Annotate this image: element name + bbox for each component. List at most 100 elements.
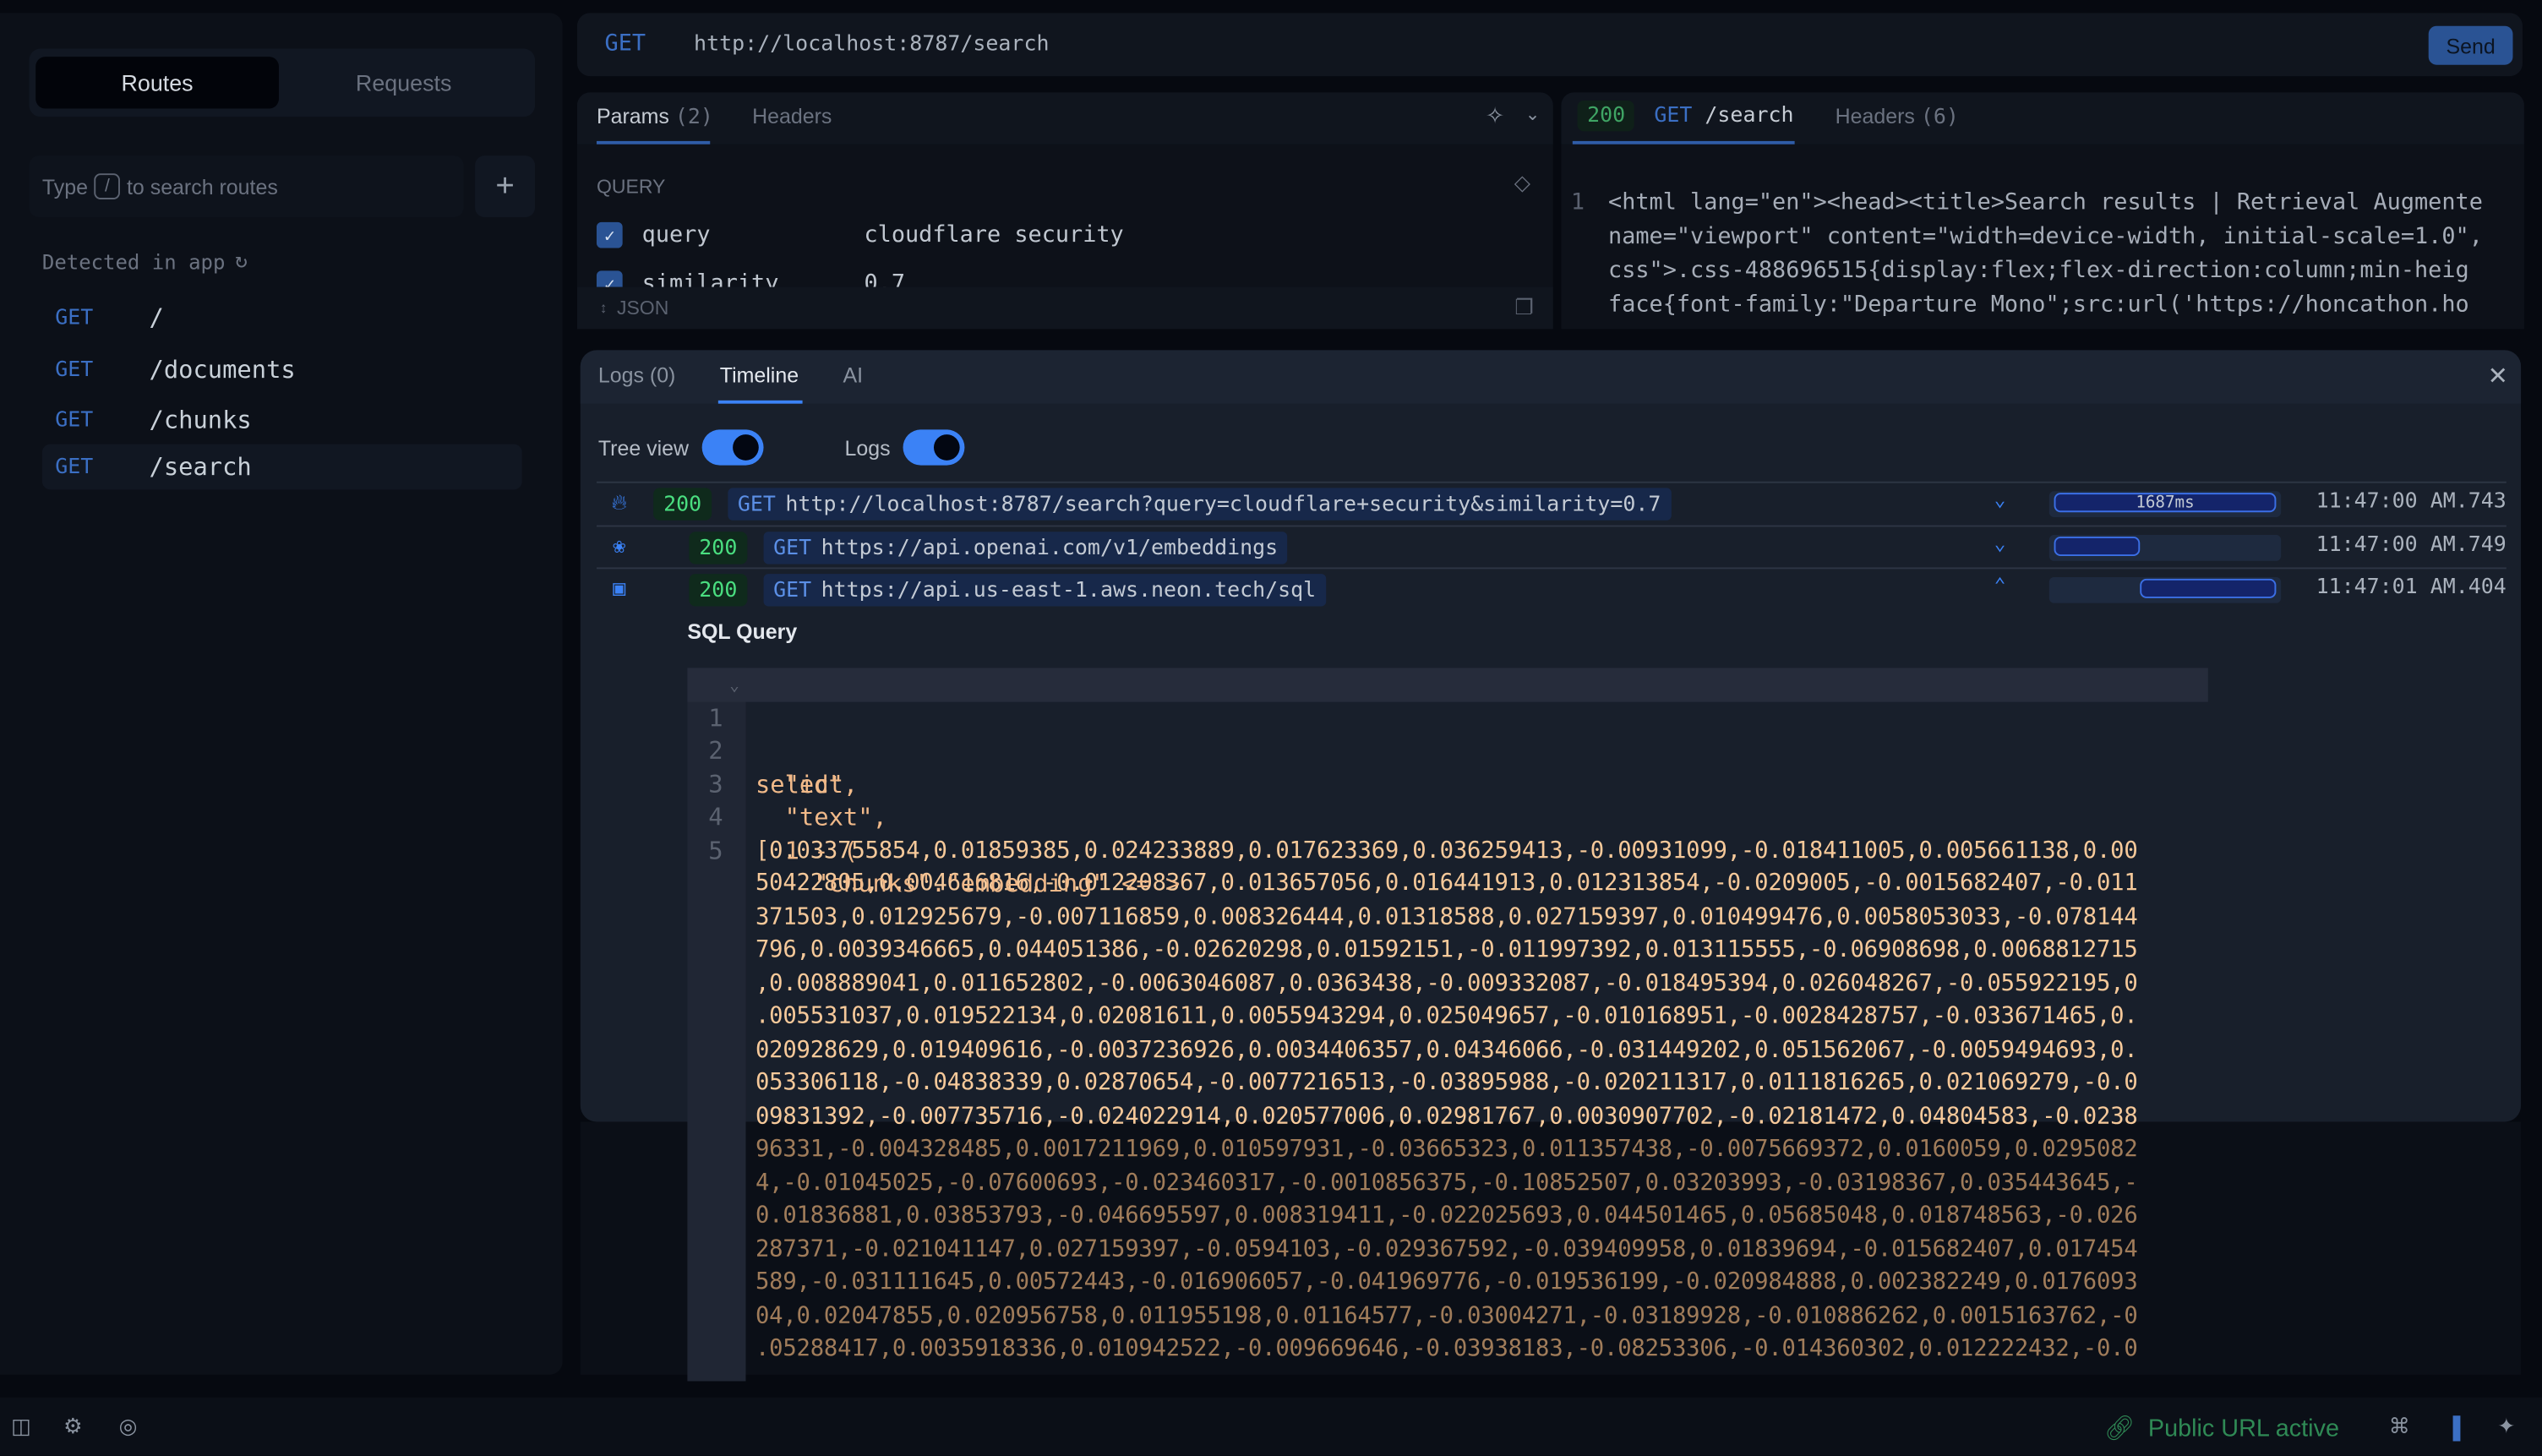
tab-logs[interactable]: Logs (0): [598, 363, 676, 388]
embedding-line: 287371,-0.021041147,0.027159397,-0.05941…: [755, 1235, 2138, 1262]
param-key[interactable]: query: [642, 222, 865, 248]
route-method: GET: [55, 407, 94, 433]
refresh-icon[interactable]: ↻: [235, 249, 248, 274]
chevron-down-icon[interactable]: ⌄: [1994, 532, 2006, 554]
tab-headers[interactable]: Headers: [752, 104, 832, 128]
embedding-line: 020928629,0.019409616,-0.0037236926,0.00…: [755, 1036, 2138, 1063]
eraser-icon[interactable]: ◇: [1514, 170, 1530, 196]
query-section-label: QUERY: [596, 175, 666, 199]
request-label: GET https://api.openai.com/v1/embeddings: [763, 532, 1288, 564]
terminal-icon[interactable]: ⌘: [2387, 1414, 2413, 1440]
route-method: GET: [55, 305, 94, 330]
body-type-bar: ↕ JSON ❐: [576, 286, 1553, 330]
sparkle-ai-icon[interactable]: ✦: [2493, 1414, 2519, 1440]
request-url: https://api.us-east-1.aws.neon.tech/sql: [821, 577, 1317, 603]
tab-response-headers[interactable]: Headers (6): [1836, 104, 1959, 130]
active-tab-indicator: [717, 400, 803, 404]
magic-wand-icon[interactable]: ✧: [1486, 102, 1505, 130]
tab-count: (2): [674, 105, 713, 130]
param-value[interactable]: cloudflare security: [864, 222, 1123, 248]
toggle-label: Logs: [844, 435, 891, 460]
embedding-line: 4,-0.01045025,-0.07600693,-0.023460317,-…: [755, 1170, 2138, 1196]
tab-routes[interactable]: Routes: [35, 57, 279, 109]
tree-view-toggle[interactable]: [701, 429, 764, 466]
copy-icon[interactable]: ❐: [1514, 295, 1533, 321]
embedding-line: 589,-0.031111645,0.00572443,-0.016906057…: [755, 1269, 2138, 1295]
send-button[interactable]: Send: [2428, 25, 2513, 65]
timeline-tabs: Logs (0) Timeline AI ✕: [580, 350, 2522, 404]
logs-toggle-row: Logs: [844, 429, 965, 466]
status-badge: 200: [689, 574, 748, 607]
code-line: 1 ⌄ select: [687, 668, 2208, 799]
response-line: css">.css-488696515{display:flex;flex-di…: [1608, 258, 2469, 284]
chevron-down-icon[interactable]: ⌄: [1994, 488, 2006, 510]
request-tabs: Params (2) Headers ✧ ⌄: [576, 92, 1553, 145]
route-item[interactable]: GET /chunks: [42, 397, 522, 443]
tab-ai[interactable]: AI: [843, 363, 864, 388]
url-bar: GET http://localhost:8787/search Send: [576, 13, 2523, 77]
chevron-up-icon[interactable]: ⌃: [1994, 574, 2006, 597]
public-url-status[interactable]: 🔗︎ Public URL active: [2104, 1414, 2339, 1443]
embedding-vector-text: [0.033755854,0.01859385,0.024233889,0.01…: [687, 834, 2207, 1366]
active-tab-indicator: [1572, 140, 1795, 145]
body-type-select[interactable]: JSON: [617, 297, 668, 319]
line-number: 1: [1570, 189, 1585, 216]
route-item[interactable]: GET /: [42, 295, 522, 341]
code-line: 4 1 - (: [687, 767, 2207, 865]
route-method: GET: [55, 357, 94, 382]
openai-icon: ❀: [613, 535, 626, 559]
url-input[interactable]: http://localhost:8787/search: [694, 32, 1049, 57]
timeline-row[interactable]: 🔥︎ 200 GET http://localhost:8787/search?…: [596, 481, 2507, 526]
flame-icon: 🔥︎: [611, 491, 627, 516]
method-select[interactable]: GET: [605, 30, 646, 57]
sidebar-toggle-icon[interactable]: ◫: [8, 1414, 35, 1440]
chevron-down-icon[interactable]: ⌄: [1525, 104, 1541, 125]
search-prefix: Type: [41, 174, 88, 199]
embedding-line: 0.01836881,0.03853793,-0.046695597,0.008…: [755, 1202, 2138, 1230]
status-badge: 200: [689, 532, 748, 564]
user-circle-icon[interactable]: ◎: [115, 1414, 141, 1440]
response-body-viewer[interactable]: 1 <html lang="en"><head><title>Search re…: [1570, 187, 2483, 330]
sidebar: Routes Requests Type / to search routes …: [0, 13, 563, 1375]
detected-label: Detected in app: [41, 249, 226, 275]
expand-collapse-icon[interactable]: ↕: [600, 300, 608, 316]
embedding-line: .005531037,0.019522134,0.02081611,0.0055…: [755, 1003, 2138, 1030]
toggle-label: Tree view: [597, 435, 690, 460]
close-icon[interactable]: ✕: [2488, 362, 2508, 391]
sql-code-viewer[interactable]: 1 ⌄ select 2 "id", 3 "text", 4 1 - ( 5 "…: [687, 668, 2208, 1382]
tab-requests[interactable]: Requests: [282, 57, 526, 108]
embedding-line: ,0.008889041,0.011652802,-0.0063046087,0…: [755, 970, 2138, 996]
duration-track: [2048, 535, 2282, 561]
route-search-input[interactable]: Type / to search routes: [29, 155, 464, 218]
tab-response-body[interactable]: 200 GET /search: [1577, 100, 1794, 132]
embedding-line: 053306118,-0.04838339,0.02870654,-0.0077…: [755, 1070, 2138, 1096]
timeline-layout-icon[interactable]: ▐: [2440, 1414, 2466, 1440]
request-method: GET: [737, 492, 776, 517]
timeline-row[interactable]: ❀ 200 GET https://api.openai.com/v1/embe…: [596, 525, 2507, 570]
code-line: 2 "id",: [687, 701, 2207, 799]
line-text: "chunks"."embedding" <= >: [755, 869, 1181, 898]
response-line: face{font-family:"Departure Mono";src:ur…: [1608, 292, 2469, 319]
timestamp: 11:47:00 AM.743: [2316, 489, 2507, 515]
embedding-line: 371503,0.012925679,-0.007116859,0.008326…: [755, 903, 2138, 930]
status-badge: 200: [1577, 100, 1635, 132]
response-line: name="viewport" content="width=device-wi…: [1608, 223, 2483, 250]
add-route-button[interactable]: +: [475, 155, 536, 218]
active-tab-indicator: [596, 140, 711, 145]
param-enabled-checkbox[interactable]: ✓: [596, 221, 623, 248]
tab-params[interactable]: Params (2): [597, 104, 713, 130]
tab-label: Headers: [1835, 103, 1915, 128]
embedding-line: .05288417,0.0035918336,0.010942522,-0.00…: [755, 1335, 2138, 1362]
search-suffix: to search routes: [126, 174, 278, 199]
link-icon: 🔗︎: [2104, 1415, 2136, 1443]
timeline-row-expanded[interactable]: ▣ 200 GET https://api.us-east-1.aws.neon…: [596, 567, 2507, 611]
route-item[interactable]: GET /documents: [42, 347, 522, 393]
route-path: /search: [149, 452, 252, 482]
tab-timeline[interactable]: Timeline: [720, 363, 799, 388]
route-item-selected[interactable]: GET /search: [41, 444, 522, 490]
route-path: /documents: [149, 355, 296, 384]
fold-chevron-icon[interactable]: ⌄: [729, 671, 739, 704]
logs-toggle[interactable]: [903, 429, 965, 466]
gear-icon[interactable]: ⚙: [60, 1414, 86, 1440]
duration-bar: [2141, 578, 2277, 598]
